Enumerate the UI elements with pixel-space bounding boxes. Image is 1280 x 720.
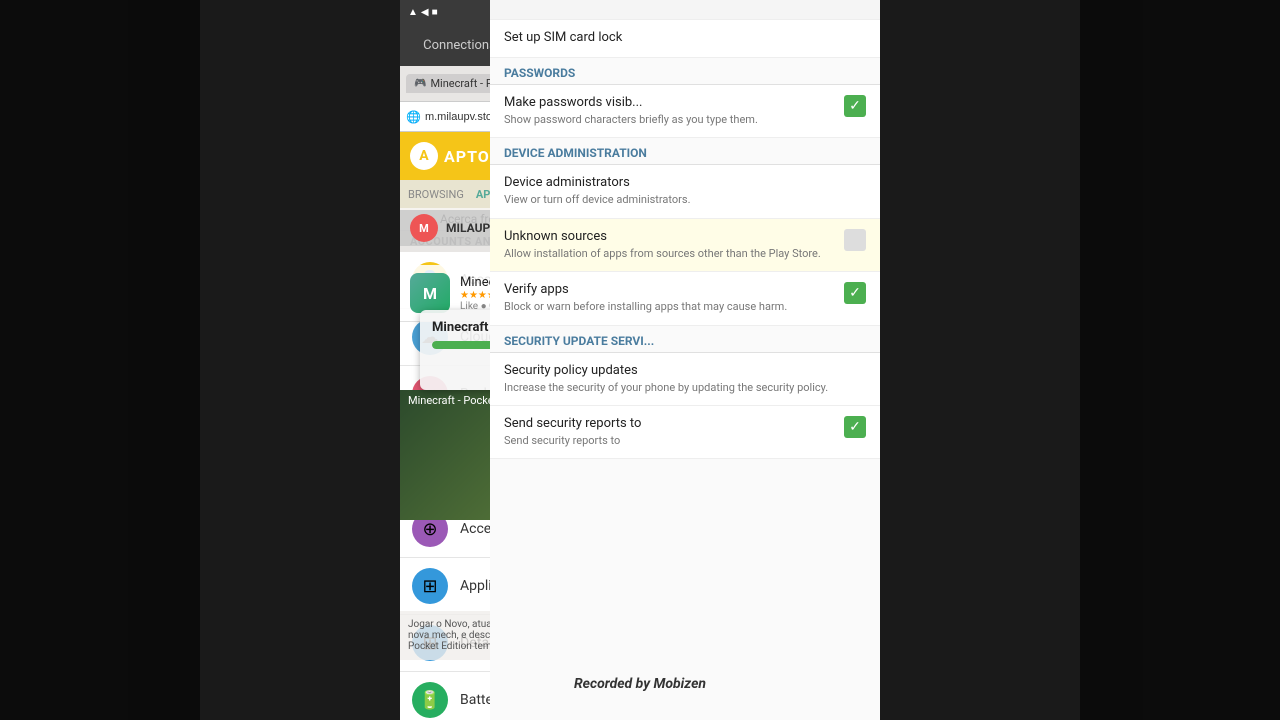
send-reports-desc: Send security reports to bbox=[504, 433, 836, 448]
unknown-sources-item[interactable]: Unknown sources Allow installation of ap… bbox=[490, 219, 880, 272]
appmanager-icon: ⊞ bbox=[412, 568, 448, 604]
device-admins-text: Device administrators View or turn off d… bbox=[504, 175, 866, 207]
user-avatar: M bbox=[410, 214, 438, 242]
security-update-section-header: SECURITY UPDATE SERVI... bbox=[490, 326, 880, 353]
device-admins-item[interactable]: Device administrators View or turn off d… bbox=[490, 165, 880, 218]
security-policy-desc: Increase the security of your phone by u… bbox=[504, 380, 866, 395]
passwords-visible-desc: Show password characters briefly as you … bbox=[504, 112, 836, 127]
verify-apps-desc: Block or warn before installing apps tha… bbox=[504, 299, 836, 314]
device-admin-section-header: DEVICE ADMINISTRATION bbox=[490, 138, 880, 165]
minecraft-favicon: 🎮 bbox=[414, 78, 426, 89]
unknown-sources-desc: Allow installation of apps from sources … bbox=[504, 246, 836, 261]
sim-lock-item[interactable]: Set up SIM card lock bbox=[490, 20, 880, 58]
device-admins-title: Device administrators bbox=[504, 175, 866, 190]
passwords-checkbox[interactable]: ✓ bbox=[844, 95, 866, 117]
passwords-visible-item[interactable]: Make passwords visib... Show password ch… bbox=[490, 85, 880, 138]
unknown-sources-title: Unknown sources bbox=[504, 229, 836, 244]
sim-section-spacer bbox=[490, 0, 880, 20]
send-reports-checkbox[interactable]: ✓ bbox=[844, 416, 866, 438]
right-overlay bbox=[1080, 0, 1280, 720]
aptoide-logo-icon: A bbox=[419, 148, 428, 164]
passwords-visible-title: Make passwords visib... bbox=[504, 95, 836, 110]
battery-menu-icon: 🔋 bbox=[412, 682, 448, 718]
verify-apps-checkbox[interactable]: ✓ bbox=[844, 282, 866, 304]
security-policy-item[interactable]: Security policy updates Increase the sec… bbox=[490, 353, 880, 406]
verify-apps-item[interactable]: Verify apps Block or warn before install… bbox=[490, 272, 880, 325]
unknown-sources-text: Unknown sources Allow installation of ap… bbox=[504, 229, 836, 261]
favicon: 🌐 bbox=[406, 110, 421, 124]
send-reports-item[interactable]: Send security reports to Send security r… bbox=[490, 406, 880, 459]
device-admins-desc: View or turn off device administrators. bbox=[504, 192, 866, 207]
mobizen-watermark: Recorded by Mobizen bbox=[574, 676, 706, 692]
send-reports-title: Send security reports to bbox=[504, 416, 836, 431]
left-overlay bbox=[0, 0, 200, 720]
nav-browsing[interactable]: BROWSING bbox=[408, 188, 464, 201]
passwords-section-header: PASSWORDS bbox=[490, 58, 880, 85]
security-policy-text: Security policy updates Increase the sec… bbox=[504, 363, 866, 395]
send-reports-text: Send security reports to Send security r… bbox=[504, 416, 836, 448]
sim-lock-title: Set up SIM card lock bbox=[504, 30, 866, 45]
verify-apps-title: Verify apps bbox=[504, 282, 836, 297]
verify-apps-text: Verify apps Block or warn before install… bbox=[504, 282, 836, 314]
minecraft-icon: M bbox=[410, 273, 450, 313]
security-panel: Set up SIM card lock PASSWORDS Make pass… bbox=[490, 0, 880, 720]
unknown-sources-checkbox[interactable] bbox=[844, 229, 866, 251]
security-policy-title: Security policy updates bbox=[504, 363, 866, 378]
sim-lock-text: Set up SIM card lock bbox=[504, 30, 866, 47]
passwords-visible-text: Make passwords visib... Show password ch… bbox=[504, 95, 836, 127]
